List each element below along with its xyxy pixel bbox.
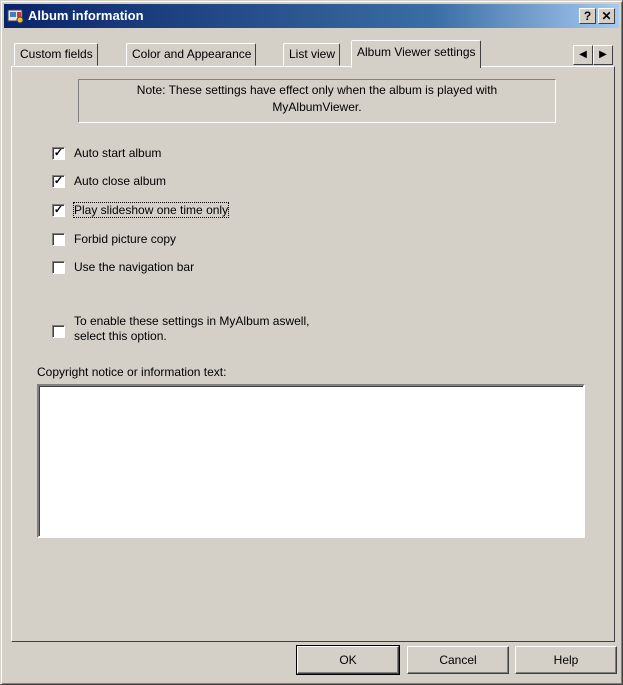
ok-button[interactable]: OK bbox=[296, 645, 400, 675]
enable-in-myalbum-label[interactable]: To enable these settings in MyAlbum aswe… bbox=[74, 314, 394, 344]
note-line-2: MyAlbumViewer. bbox=[272, 100, 362, 114]
auto-close-checkbox[interactable]: ✓ bbox=[52, 174, 65, 188]
play-once-label[interactable]: Play slideshow one time only bbox=[72, 202, 230, 218]
album-information-dialog: Album information ? ✕ Custom fields Colo… bbox=[0, 0, 623, 685]
auto-start-checkbox[interactable]: ✓ bbox=[52, 146, 65, 160]
note-line-1: Note: These settings have effect only wh… bbox=[136, 83, 498, 97]
help-button[interactable]: Help bbox=[515, 646, 617, 674]
navigation-bar-checkbox[interactable] bbox=[52, 260, 65, 274]
copyright-label: Copyright notice or information text: bbox=[37, 365, 227, 379]
title-bar[interactable]: Album information ? ✕ bbox=[4, 4, 619, 28]
auto-start-label[interactable]: Auto start album bbox=[74, 146, 161, 160]
forbid-copy-option[interactable]: Forbid picture copy bbox=[52, 230, 176, 248]
auto-close-label[interactable]: Auto close album bbox=[74, 174, 166, 188]
tab-scroll-left-icon[interactable]: ◀ bbox=[573, 45, 593, 65]
tab-album-viewer-settings[interactable]: Album Viewer settings bbox=[351, 40, 481, 68]
help-title-button[interactable]: ? bbox=[579, 8, 596, 24]
window-title: Album information bbox=[28, 8, 144, 23]
play-once-option[interactable]: ✓ Play slideshow one time only bbox=[52, 201, 230, 219]
tab-color-and-appearance[interactable]: Color and Appearance bbox=[126, 43, 257, 66]
auto-close-option[interactable]: ✓ Auto close album bbox=[52, 172, 166, 190]
auto-start-option[interactable]: ✓ Auto start album bbox=[52, 144, 161, 162]
navigation-bar-option[interactable]: Use the navigation bar bbox=[52, 258, 194, 276]
enable-in-myalbum-checkbox[interactable] bbox=[52, 325, 65, 338]
album-viewer-settings-panel: Note: These settings have effect only wh… bbox=[11, 66, 615, 642]
tab-list-view[interactable]: List view bbox=[283, 43, 341, 66]
close-icon[interactable]: ✕ bbox=[598, 8, 615, 24]
album-app-icon bbox=[7, 7, 25, 25]
forbid-copy-label[interactable]: Forbid picture copy bbox=[74, 232, 176, 246]
tab-scroll-right-icon[interactable]: ▶ bbox=[593, 45, 613, 65]
cancel-button[interactable]: Cancel bbox=[407, 646, 509, 674]
copyright-textarea[interactable] bbox=[37, 384, 585, 538]
tab-custom-fields[interactable]: Custom fields bbox=[14, 43, 98, 66]
navigation-bar-label[interactable]: Use the navigation bar bbox=[74, 260, 194, 274]
play-once-checkbox[interactable]: ✓ bbox=[52, 203, 65, 217]
note-box: Note: These settings have effect only wh… bbox=[78, 79, 556, 123]
forbid-copy-checkbox[interactable] bbox=[52, 232, 65, 246]
